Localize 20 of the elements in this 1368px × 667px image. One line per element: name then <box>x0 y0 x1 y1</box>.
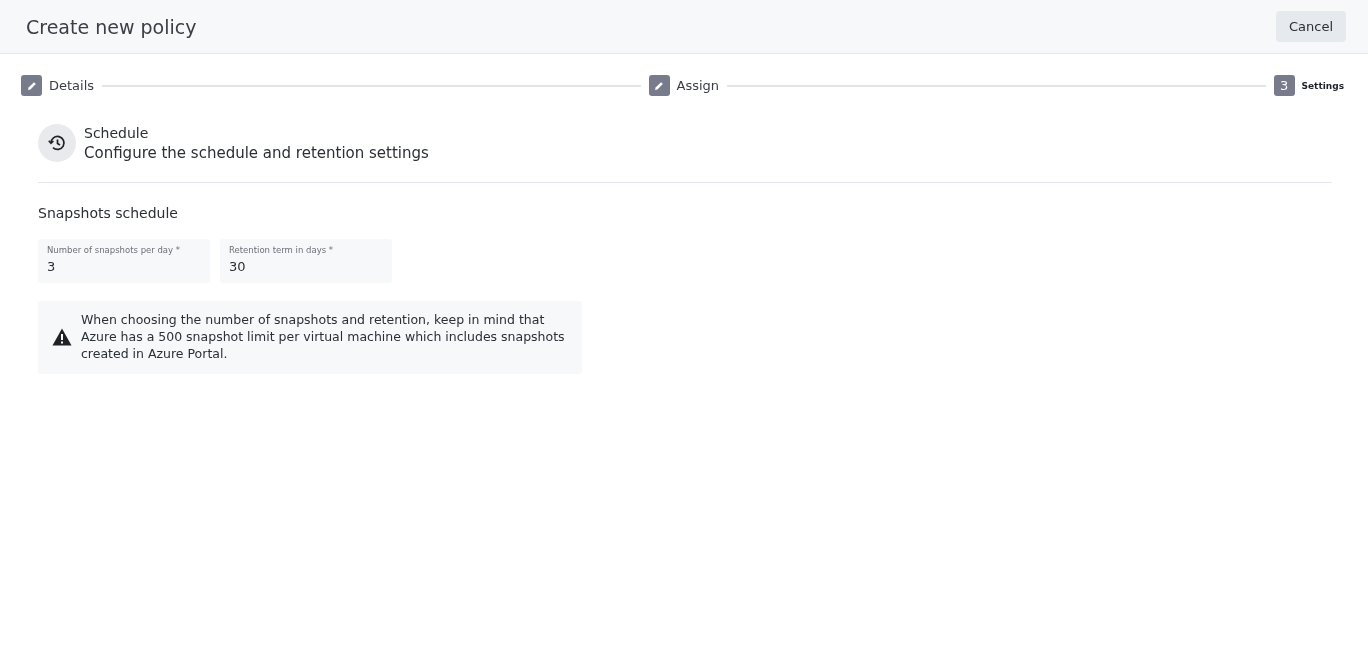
step-label[interactable]: Details <box>49 78 95 93</box>
history-icon <box>38 124 76 162</box>
text-field[interactable]: Retention term in days * 30 <box>220 239 392 283</box>
step-label[interactable]: Settings <box>1301 80 1344 91</box>
warning-icon <box>52 327 72 346</box>
text-field[interactable]: Number of snapshots per day * 3 <box>38 239 210 283</box>
section-title: Schedule <box>84 124 150 141</box>
page-title: Create new policy <box>26 15 197 38</box>
input-field[interactable]: 3 <box>47 259 201 274</box>
section-subtitle: Configure the schedule and retention settings <box>84 143 429 162</box>
pencil-icon[interactable] <box>21 75 42 96</box>
pencil-icon[interactable] <box>648 75 670 96</box>
step-number: 3 <box>1273 75 1295 96</box>
field-label: Number of snapshots per day * <box>47 245 182 255</box>
input-field[interactable]: 30 <box>229 259 383 274</box>
cancel-button[interactable]: Cancel <box>1275 11 1346 42</box>
field-label: Retention term in days * <box>229 245 335 255</box>
snapshots-heading: Snapshots schedule <box>38 205 179 221</box>
warning-text: When choosing the number of snapshots and retention, keep in mind that Azure has a 500 snapshot limit per virtual machine which includes snapshots created in Azure Portal. <box>81 311 566 362</box>
step-label[interactable]: Assign <box>676 78 720 93</box>
